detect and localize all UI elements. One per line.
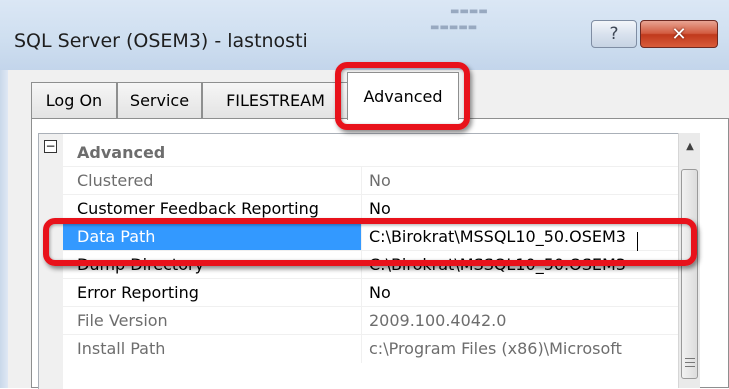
tab-log-on[interactable]: Log On bbox=[31, 82, 117, 118]
property-row-install-path[interactable]: Install Path c:\Program Files (x86)\Micr… bbox=[63, 334, 679, 363]
tab-label: FILESTREAM bbox=[226, 91, 325, 110]
tab-service[interactable]: Service bbox=[117, 82, 202, 118]
window-title: SQL Server (OSEM3) - lastnosti bbox=[14, 30, 308, 52]
property-value: No bbox=[369, 171, 391, 190]
column-divider bbox=[361, 335, 362, 363]
property-name: Error Reporting bbox=[77, 283, 199, 302]
property-value: No bbox=[369, 283, 391, 302]
close-button[interactable]: ✕ bbox=[640, 20, 718, 48]
tab-label: Log On bbox=[45, 91, 103, 110]
background-blur-text: ▬▬▬▬ bbox=[450, 6, 488, 17]
property-name: Install Path bbox=[77, 339, 166, 358]
property-row-error-reporting[interactable]: Error Reporting No bbox=[63, 278, 679, 307]
property-value: c:\Program Files (x86)\Microsoft bbox=[369, 339, 622, 358]
column-divider bbox=[361, 167, 362, 195]
collapse-toggle[interactable]: − bbox=[44, 140, 57, 153]
column-divider bbox=[361, 279, 362, 307]
category-header: Advanced bbox=[77, 143, 166, 162]
property-value: No bbox=[369, 199, 391, 218]
help-icon: ? bbox=[609, 24, 619, 44]
help-button[interactable]: ? bbox=[591, 20, 637, 48]
property-name: Customer Feedback Reporting bbox=[77, 199, 319, 218]
grip-icon bbox=[685, 358, 695, 367]
tab-label: Service bbox=[129, 91, 190, 110]
tab-filestream[interactable]: FILESTREAM bbox=[202, 82, 349, 118]
properties-window: ▬▬▬▬ ▬▬▬▬▬ SQL Server (OSEM3) - lastnost… bbox=[0, 0, 729, 389]
highlight-advanced-tab bbox=[335, 62, 470, 130]
title-bar[interactable]: ▬▬▬▬ ▬▬▬▬▬ SQL Server (OSEM3) - lastnost… bbox=[0, 0, 729, 70]
highlight-data-path-row bbox=[43, 218, 697, 266]
property-row-file-version[interactable]: File Version 2009.100.4042.0 bbox=[63, 306, 679, 335]
window-frame-left bbox=[0, 70, 8, 388]
property-name: File Version bbox=[77, 311, 168, 330]
background-blur-text: ▬▬▬▬▬ bbox=[430, 22, 478, 33]
scroll-up-icon[interactable]: ▲ bbox=[682, 139, 698, 155]
property-value: 2009.100.4042.0 bbox=[369, 311, 507, 330]
close-icon: ✕ bbox=[671, 23, 687, 45]
column-divider bbox=[361, 307, 362, 335]
property-name: Clustered bbox=[77, 171, 154, 190]
scroll-thumb[interactable] bbox=[681, 169, 698, 379]
property-row-clustered[interactable]: Clustered No bbox=[63, 166, 679, 195]
minus-icon: − bbox=[45, 139, 56, 153]
